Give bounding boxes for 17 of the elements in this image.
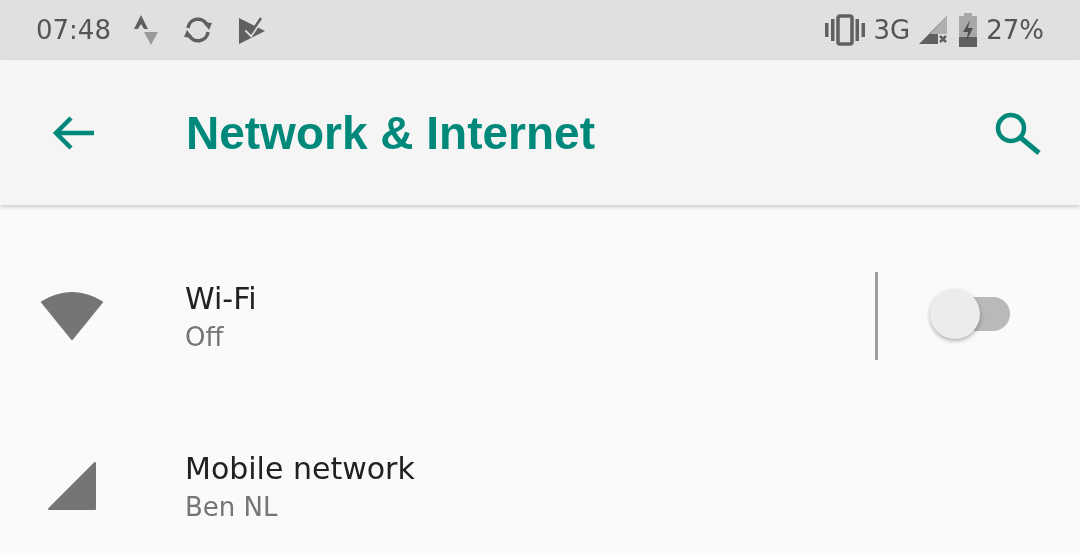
item-title: Mobile network <box>185 450 416 486</box>
battery-charging-icon <box>958 13 979 47</box>
clock: 07:48 <box>36 15 111 45</box>
settings-item[interactable]: Mobile network Ben NL <box>0 401 1080 555</box>
vibrate-icon <box>823 14 866 46</box>
network-type: 3G <box>873 15 911 45</box>
back-arrow-icon <box>52 114 96 151</box>
page-title: Network & Internet <box>186 105 595 160</box>
item-summary: Ben NL <box>185 491 279 522</box>
settings-item[interactable]: Wi-Fi Off <box>0 231 1080 401</box>
battery-percentage: 27% <box>986 15 1044 45</box>
cellular-signal-icon <box>46 461 97 511</box>
item-title: Wi-Fi <box>185 280 258 316</box>
wifi-icon <box>40 292 103 340</box>
search-icon <box>994 110 1042 155</box>
item-summary: Off <box>185 321 225 352</box>
navigation-arrows-icon <box>132 13 159 47</box>
